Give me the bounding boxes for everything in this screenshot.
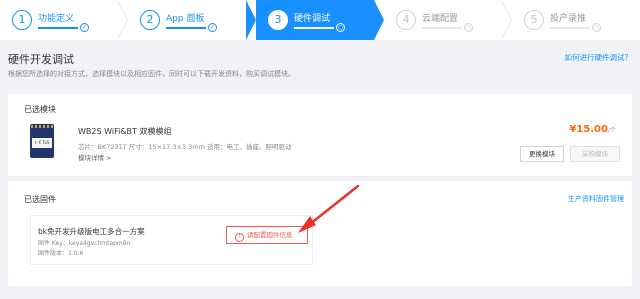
step-2[interactable]: 2 App 面板 ✓ (128, 0, 246, 40)
step-progress-bar (166, 27, 206, 29)
step-separator-inner (501, 0, 511, 40)
module-price: ¥15.00/个 (569, 124, 616, 135)
module-name: WB2S WiFi&BT 双模模组 (78, 127, 172, 136)
help-link[interactable]: 如何进行硬件调试？ (565, 52, 633, 63)
firmware-section-label: 已选固件 (24, 195, 56, 204)
step-separator (246, 0, 256, 40)
step-progress-bar (294, 27, 334, 29)
step-bar: 1 功能定义 ✓ 2 App 面板 ✓ 3 硬件调试 ○ 4 云端配置 ○ 5 … (0, 0, 640, 40)
info-icon: ! (235, 233, 244, 242)
chip-pins (31, 125, 53, 128)
configure-firmware-button[interactable]: ! 请配置固件信息 (226, 226, 308, 244)
step-5[interactable]: 5 投产录推 ○ (512, 0, 630, 40)
production-firmware-link[interactable]: 生产资料固件管理 (568, 194, 624, 204)
price-value: ¥15.00 (569, 124, 608, 135)
firmware-name: bk免开发升级版电工多合一方案 (38, 227, 145, 236)
circle-icon: ○ (592, 23, 601, 32)
step-3[interactable]: 3 硬件调试 ○ (256, 0, 374, 40)
step-label: 云端配置 (422, 14, 459, 24)
step-label: 功能定义 (38, 14, 75, 24)
buy-module-button[interactable]: 采购模块 (570, 146, 620, 162)
step-number: 3 (268, 10, 288, 30)
step-number: 1 (12, 10, 32, 30)
module-chip-image: ℂ € ToS (30, 124, 54, 158)
configure-firmware-label: 请配置固件信息 (247, 231, 293, 239)
step-number: 2 (140, 10, 160, 30)
step-label: 硬件调试 (294, 14, 331, 24)
page-title: 硬件开发调试 (8, 53, 74, 66)
module-spec: 芯片：BK7231T 尺寸：15×17.3×3.3mm 适用：电工、插座、照明驱… (78, 143, 292, 151)
step-number: 5 (524, 10, 544, 30)
step-progress-bar (38, 27, 78, 29)
firmware-key: 固件 Key：keya4gvchmtapm8n (38, 240, 131, 247)
circle-icon: ○ (336, 23, 345, 32)
check-icon: ✓ (80, 23, 89, 32)
module-section-label: 已选模块 (24, 105, 56, 114)
module-detail-link[interactable]: 模块详情 > (78, 152, 112, 162)
firmware-version: 固件版本：1.0.6 (38, 250, 84, 257)
step-number: 4 (396, 10, 416, 30)
check-icon: ✓ (208, 23, 217, 32)
page-description: 根据您所选择的对接方式，选择模块以及相应固件，同时可以下载开发资料，购买调试模块… (8, 70, 295, 78)
step-label: 投产录推 (550, 14, 587, 24)
step-progress-bar (422, 27, 462, 29)
step-progress-bar (550, 27, 590, 29)
step-4[interactable]: 4 云端配置 ○ (384, 0, 502, 40)
circle-icon: ○ (464, 23, 473, 32)
step-1[interactable]: 1 功能定义 ✓ (0, 0, 118, 40)
chip-label: ℂ € ToS (32, 138, 52, 148)
step-label: App 面板 (166, 14, 205, 24)
price-unit: /个 (607, 127, 616, 134)
step-separator-inner (117, 0, 127, 40)
change-module-button[interactable]: 更换模块 (520, 146, 564, 162)
step-separator (374, 0, 384, 40)
